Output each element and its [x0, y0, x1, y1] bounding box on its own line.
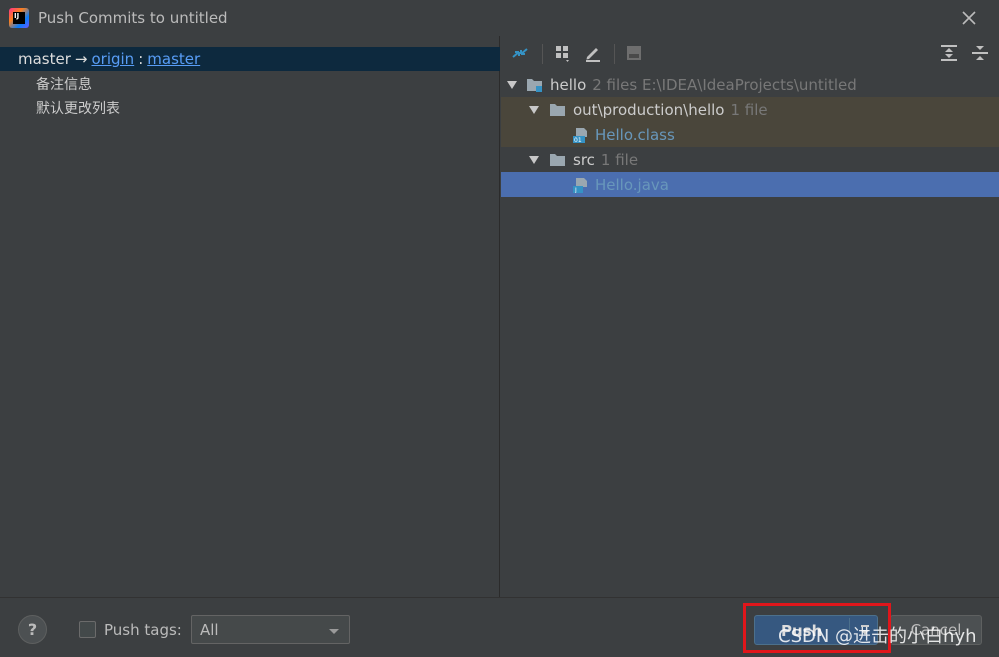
changes-toolbar — [501, 36, 999, 70]
app-icon-text: IJ — [13, 12, 25, 24]
push-button-label: Push — [781, 622, 823, 640]
tree-row[interactable]: J Hello.java — [501, 172, 999, 197]
push-arrow: → — [74, 50, 88, 68]
changes-pane: hello 2 files E:\IDEA\IdeaProjects\untitl… — [501, 36, 999, 597]
toolbar-separator — [542, 44, 543, 64]
edit-icon — [586, 48, 600, 62]
tree-meta: 2 files E:\IDEA\IdeaProjects\untitled — [592, 75, 857, 94]
svg-text:01: 01 — [574, 137, 582, 143]
remote-branch-link[interactable]: master — [147, 50, 200, 68]
chevron-down-icon[interactable] — [859, 623, 871, 637]
collapse-all-icon — [972, 46, 988, 60]
tree-label: hello — [550, 75, 587, 94]
remote-link[interactable]: origin — [91, 50, 134, 68]
window-title: Push Commits to untitled — [38, 9, 228, 27]
chevron-down-icon — [529, 106, 539, 114]
tree-label: src — [573, 150, 595, 169]
svg-text:J: J — [574, 187, 577, 193]
push-button-divider — [849, 618, 850, 642]
java-file-icon: J — [573, 178, 587, 193]
expand-all-button[interactable] — [938, 42, 960, 64]
expand-all-icon — [941, 45, 957, 61]
local-branch: master — [18, 50, 71, 68]
toolbar-separator — [614, 44, 615, 64]
tree-row[interactable]: out\production\hello 1 file — [501, 97, 999, 122]
pin-arrows-icon — [512, 48, 528, 58]
dialog-footer: ? Push tags: All Push Cancel CSDN @进击的小白… — [0, 597, 999, 657]
tags-select[interactable]: All — [191, 615, 350, 644]
edit-button[interactable] — [582, 42, 604, 64]
class-file-icon: 01 — [573, 128, 587, 143]
push-tags-checkbox[interactable] — [79, 621, 96, 638]
group-by-button[interactable] — [552, 42, 574, 64]
tree-label: Hello.java — [595, 175, 669, 194]
tree-meta: 1 file — [730, 100, 768, 119]
tree-row[interactable]: hello 2 files E:\IDEA\IdeaProjects\untitl… — [501, 72, 999, 97]
title-bar: IJ Push Commits to untitled — [0, 0, 999, 36]
push-button[interactable]: Push — [754, 615, 878, 645]
commit-item[interactable]: 备注信息 — [36, 74, 92, 94]
chevron-down-icon — [529, 156, 539, 164]
branch-row[interactable]: master → origin : master — [0, 47, 500, 71]
cancel-button[interactable]: Cancel — [890, 615, 982, 645]
folder-icon — [550, 104, 565, 116]
chevron-down-icon — [329, 629, 339, 634]
commit-item[interactable]: 默认更改列表 — [36, 98, 120, 118]
branch-separator: : — [138, 50, 144, 68]
chevron-down-icon — [507, 81, 517, 89]
push-tags-label: Push tags: — [104, 621, 182, 639]
tree-meta: 1 file — [600, 150, 639, 169]
diff-icon — [627, 46, 641, 60]
collapse-all-button[interactable] — [969, 42, 991, 64]
diff-button[interactable] — [623, 42, 645, 64]
tree-row[interactable]: src 1 file — [501, 147, 999, 172]
folder-icon — [550, 154, 565, 166]
tree-label: Hello.class — [595, 125, 675, 144]
tree-label: out\production\hello — [573, 100, 725, 119]
group-by-icon — [556, 46, 569, 62]
commits-pane: master → origin : master 备注信息 默认更改列表 — [0, 36, 500, 597]
tags-select-value: All — [200, 620, 219, 639]
close-icon — [962, 11, 976, 25]
close-button[interactable] — [958, 7, 980, 29]
pin-arrows-button[interactable] — [509, 42, 531, 64]
intellij-idea-icon: IJ — [9, 8, 29, 28]
tree-row[interactable]: 01 Hello.class — [501, 122, 999, 147]
help-button[interactable]: ? — [18, 615, 47, 644]
module-folder-icon — [527, 79, 542, 92]
